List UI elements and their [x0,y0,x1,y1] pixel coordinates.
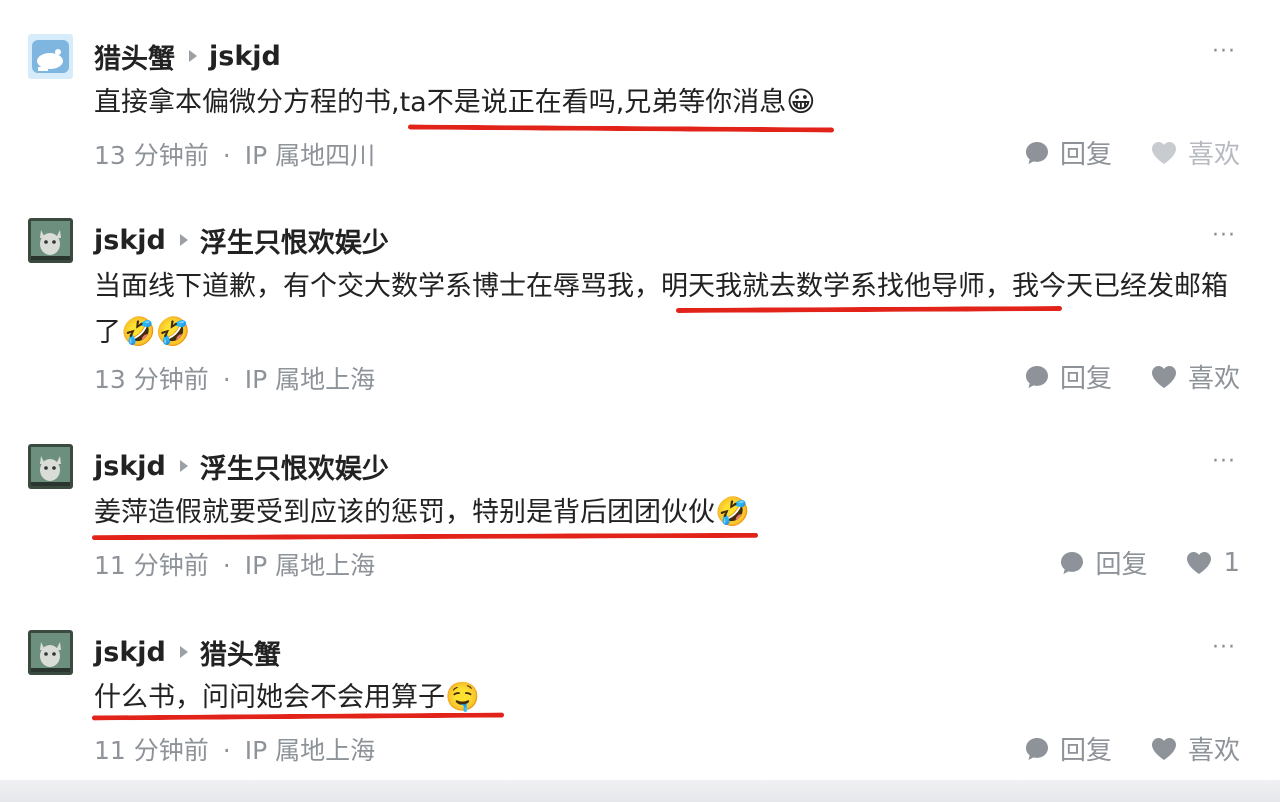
reply-label: 回复 [1095,550,1148,580]
reply-label: 回复 [1059,736,1112,766]
more-dots-icon[interactable]: ··· [1212,34,1236,70]
comment-header: jskjd 浮生只恨欢娱少 [94,444,389,488]
red-underline [407,124,835,133]
caret-right-icon [179,460,188,472]
avatar[interactable] [28,34,73,79]
caret-right-icon [179,234,188,246]
reply-to-name[interactable]: 猎头蟹 [200,633,281,672]
emoji: 😀 [786,85,816,118]
comment-header: 猎头蟹 jskjd [94,34,281,78]
comment-body: 直接拿本偏微分方程的书,ta不是说正在看吗,兄弟等你消息 [94,87,787,118]
comment-meta: 13 分钟前 · IP 属地上海 [94,360,375,396]
timestamp: 11 分钟前 [94,736,209,765]
comment-body: 姜萍造假就要受到应该的惩罚，特别是背后团团伙伙 [94,497,715,528]
comment-meta: 11 分钟前 · IP 属地上海 [94,731,375,767]
author-name[interactable]: 猎头蟹 [94,37,175,76]
comment-4: jskjd 猎头蟹 ··· 什么书，问问她会不会用算子🤤 11 分钟前 · IP 属… [0,630,1280,780]
like-button[interactable]: 1 [1185,548,1240,578]
reply-to-name[interactable]: jskjd [209,41,281,72]
comment-actions: 回复 喜欢 [986,730,1240,767]
more-dots-icon[interactable]: ··· [1212,630,1236,666]
reply-to-name[interactable]: 浮生只恨欢娱少 [200,447,389,486]
comment-text: 什么书，问问她会不会用算子🤤 [94,674,1234,720]
comment-meta: 13 分钟前 · IP 属地四川 [94,136,375,172]
speech-bubble-icon [1025,141,1048,164]
comment-body: 什么书，问问她会不会用算子 [94,682,445,713]
comment-actions: 回复 1 [1021,544,1240,581]
meta-separator: · [222,736,231,765]
comment-text: 当面线下道歉，有个交大数学系博士在辱骂我，明天我就去数学系找他导师，我今天已经发… [94,264,1234,355]
meta-separator: · [222,365,231,394]
avatar[interactable] [28,630,73,675]
reply-to-name[interactable]: 浮生只恨欢娱少 [200,221,389,260]
like-label: 喜欢 [1187,140,1240,170]
reply-label: 回复 [1059,140,1112,170]
comment-header: jskjd 猎头蟹 [94,630,281,674]
heart-icon [1151,365,1176,388]
comment-text: 姜萍造假就要受到应该的惩罚，特别是背后团团伙伙🤣 [94,489,1234,535]
comment-1: 猎头蟹 jskjd ··· 直接拿本偏微分方程的书,ta不是说正在看吗,兄弟等你… [0,34,1280,184]
comment-3: jskjd 浮生只恨欢娱少 ··· 姜萍造假就要受到应该的惩罚，特别是背后团团伙… [0,444,1280,594]
timestamp: 13 分钟前 [94,365,209,394]
like-button[interactable]: 喜欢 [1150,730,1240,767]
emoji: 🤤 [445,680,480,713]
speech-bubble-icon [1025,365,1048,388]
reply-button[interactable]: 回复 [1024,730,1112,767]
author-name[interactable]: jskjd [94,451,166,482]
heart-icon [1187,551,1212,574]
like-count: 1 [1223,547,1240,578]
comment-actions: 回复 喜欢 [986,134,1240,171]
ip-location: IP 属地上海 [244,736,376,765]
more-dots-icon[interactable]: ··· [1212,218,1236,254]
heart-icon [1151,737,1176,760]
reply-label: 回复 [1059,364,1112,394]
meta-separator: · [222,551,231,580]
red-underline [91,532,759,541]
comment-actions: 回复 喜欢 [986,358,1240,395]
timestamp: 13 分钟前 [94,141,209,170]
avatar[interactable] [28,444,73,489]
ip-location: IP 属地上海 [244,365,376,394]
comment-header: jskjd 浮生只恨欢娱少 [94,218,389,262]
reply-button[interactable]: 回复 [1024,134,1112,171]
comment-meta: 11 分钟前 · IP 属地上海 [94,546,375,582]
comment-text: 直接拿本偏微分方程的书,ta不是说正在看吗,兄弟等你消息😀 [94,79,1234,125]
reply-button[interactable]: 回复 [1059,544,1147,581]
caret-right-icon [189,50,197,62]
ip-location: IP 属地上海 [244,551,376,580]
ip-location: IP 属地四川 [244,141,376,170]
heart-icon [1151,141,1176,164]
more-dots-icon[interactable]: ··· [1212,444,1236,480]
emoji: 🤣 [715,495,750,528]
timestamp: 11 分钟前 [94,551,209,580]
speech-bubble-icon [1061,551,1084,574]
emoji: 🤣🤣 [121,315,191,348]
meta-separator: · [222,141,231,170]
like-label: 喜欢 [1187,364,1240,394]
caret-right-icon [179,646,188,658]
speech-bubble-icon [1025,737,1048,760]
like-label: 喜欢 [1187,736,1240,766]
author-name[interactable]: jskjd [94,637,166,668]
like-button[interactable]: 喜欢 [1150,358,1240,395]
avatar[interactable] [28,218,73,263]
reply-button[interactable]: 回复 [1024,358,1112,395]
comment-2: jskjd 浮生只恨欢娱少 ··· 当面线下道歉，有个交大数学系博士在辱骂我，明… [0,218,1280,408]
author-name[interactable]: jskjd [94,225,166,256]
like-button[interactable]: 喜欢 [1150,134,1240,171]
bottom-edge [0,780,1280,802]
